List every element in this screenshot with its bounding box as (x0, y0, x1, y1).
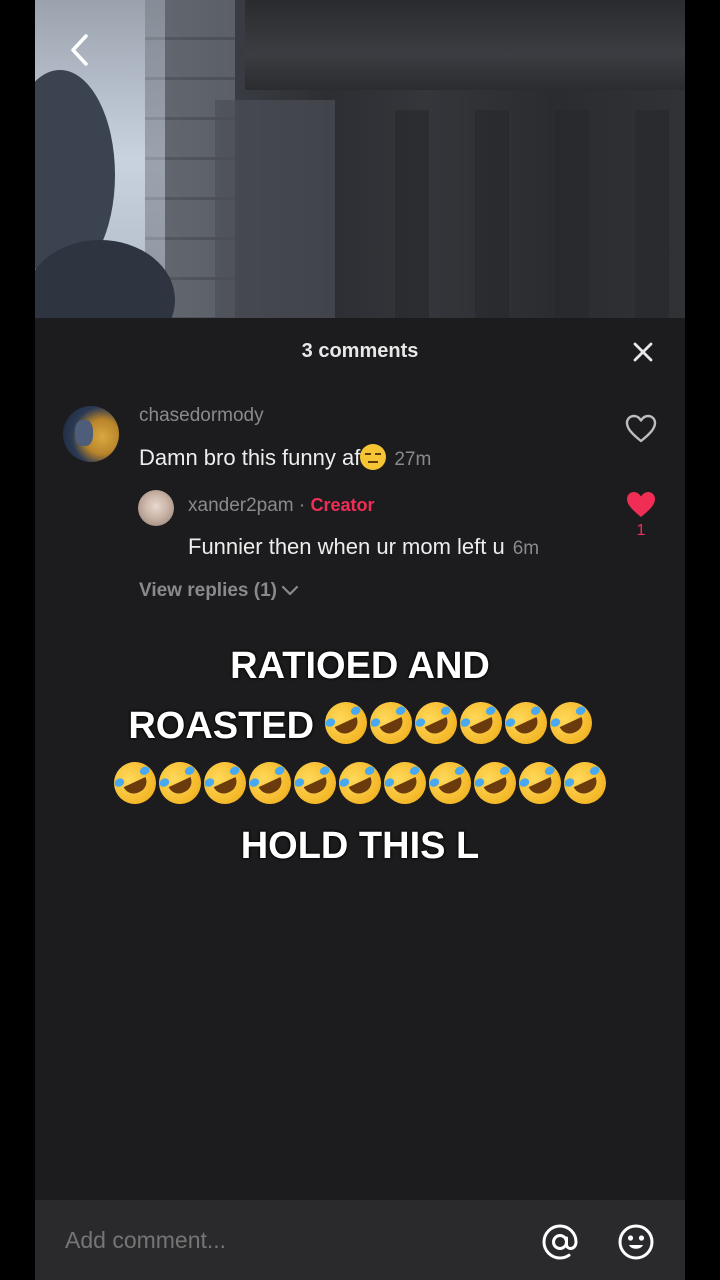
heart-filled-icon (627, 492, 655, 517)
comment-time: 27m (394, 449, 432, 470)
caption-line-1: RATIOED AND (230, 645, 490, 687)
video-frame-door (215, 100, 335, 318)
rolling-laughing-emoji-icon (287, 755, 343, 811)
avatar[interactable] (63, 406, 119, 462)
view-replies-label: View replies (1) (139, 580, 277, 601)
reply-text: Funnier then when ur mom left u 6m (188, 534, 539, 560)
app-screen: 3 comments chasedormody Damn bro this fu… (35, 0, 685, 1280)
reply-like-count: 1 (636, 522, 646, 539)
back-button[interactable] (59, 30, 99, 70)
view-replies-button[interactable]: View replies (1) (139, 580, 299, 602)
comment-composer (35, 1200, 685, 1280)
comment-like-button[interactable] (625, 414, 657, 444)
rolling-laughing-emoji-icon (422, 755, 478, 811)
rolling-laughing-emoji-icon (467, 755, 523, 811)
chevron-down-icon (281, 585, 299, 596)
rolling-laughing-emoji-icon (317, 695, 374, 751)
at-sign-icon (542, 1224, 578, 1260)
comment-body: Damn bro this funny af (139, 445, 361, 470)
expressionless-face-emoji-icon (360, 444, 387, 470)
rolling-laughing-emoji-icon (557, 755, 613, 811)
rofl-emoji-row-2 (107, 755, 613, 811)
close-icon (633, 342, 653, 362)
comments-count-title: 3 comments (301, 340, 419, 362)
close-button[interactable] (629, 338, 657, 366)
emoji-button[interactable] (616, 1222, 656, 1262)
video-caption-overlay: RATIOED AND ROASTED HOLD THIS L (35, 636, 685, 876)
reply-username[interactable]: xander2pam (188, 495, 294, 516)
rolling-laughing-emoji-icon (452, 695, 509, 751)
rolling-laughing-emoji-icon (377, 755, 433, 811)
rolling-laughing-emoji-icon (497, 695, 554, 751)
creator-badge: Creator (310, 495, 375, 515)
caption-line-4: HOLD THIS L (240, 825, 480, 867)
rolling-laughing-emoji-icon (407, 695, 464, 751)
reply-time: 6m (512, 538, 540, 559)
heart-outline-icon (625, 414, 657, 443)
video-frame-ceiling (245, 0, 685, 90)
rolling-laughing-emoji-icon (542, 695, 599, 751)
rolling-laughing-emoji-icon (242, 755, 298, 811)
reply-username-row: xander2pam · Creator (188, 495, 375, 517)
comment-text: Damn bro this funny af 27m (139, 444, 431, 471)
caption-line-3 (35, 755, 685, 816)
video-preview[interactable] (35, 0, 685, 318)
chevron-left-icon (71, 34, 88, 66)
comment-username[interactable]: chasedormody (139, 405, 264, 427)
caption-line-2: ROASTED (35, 695, 685, 756)
rolling-laughing-emoji-icon (362, 695, 419, 751)
rofl-emoji-row-1 (317, 695, 599, 751)
caption-line-2-text: ROASTED (128, 705, 315, 747)
rolling-laughing-emoji-icon (152, 755, 208, 811)
rolling-laughing-emoji-icon (512, 755, 568, 811)
reply-avatar[interactable] (138, 490, 174, 526)
mention-button[interactable] (540, 1222, 580, 1262)
reply-body: Funnier then when ur mom left u (188, 534, 505, 559)
add-comment-input[interactable] (65, 1200, 505, 1280)
rolling-laughing-emoji-icon (332, 755, 388, 811)
smiley-icon (618, 1224, 654, 1260)
rolling-laughing-emoji-icon (197, 755, 253, 811)
rolling-laughing-emoji-icon (107, 755, 163, 811)
reply-like-button[interactable]: 1 (625, 490, 657, 540)
separator-dot: · (298, 495, 306, 516)
